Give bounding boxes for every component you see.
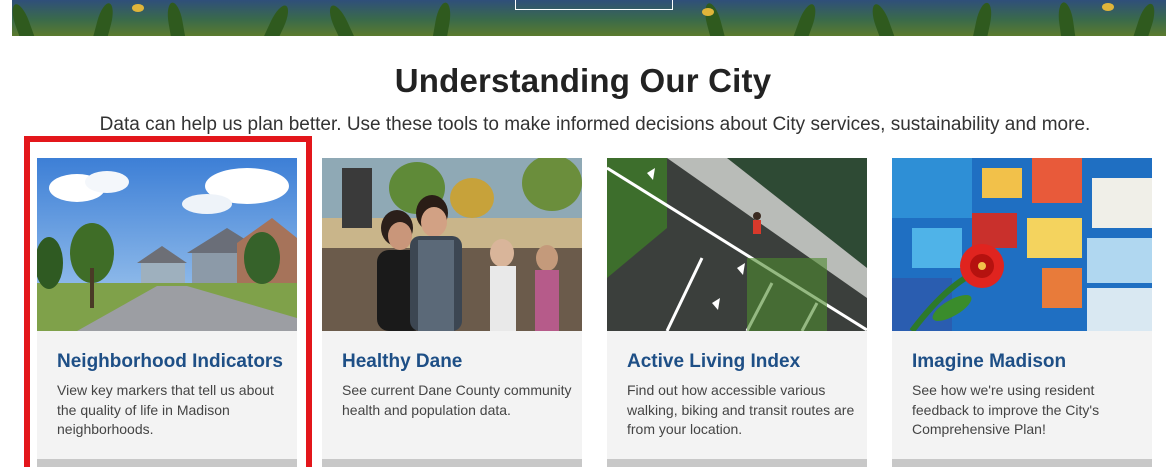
leaf-shape: [1056, 1, 1076, 36]
couple-at-event-image[interactable]: [322, 158, 582, 331]
leaf-shape: [701, 1, 726, 36]
card-title[interactable]: Active Living Index: [627, 351, 800, 373]
hero-banner: [12, 0, 1166, 36]
flower-shape: [1102, 3, 1114, 11]
leaf-shape: [792, 2, 820, 36]
card-footer-bar: [37, 459, 297, 467]
card-neighborhood-indicators[interactable]: Neighborhood Indicators View key markers…: [37, 158, 297, 467]
hero-button-outline[interactable]: [515, 0, 673, 10]
aerial-runner-image[interactable]: [607, 158, 867, 331]
card-title[interactable]: Imagine Madison: [912, 351, 1066, 373]
leaf-shape: [325, 2, 356, 36]
card-imagine-madison[interactable]: Imagine Madison See how we're using resi…: [892, 158, 1152, 467]
card-footer-bar: [322, 459, 582, 467]
card-title[interactable]: Neighborhood Indicators: [57, 351, 283, 373]
card-healthy-dane[interactable]: Healthy Dane See current Dane County com…: [322, 158, 582, 467]
leaf-shape: [92, 1, 117, 36]
leaf-shape: [432, 1, 453, 36]
leaf-shape: [868, 2, 896, 36]
card-description: See how we're using resident feedback to…: [912, 382, 1100, 437]
section-subtitle: Data can help us plan better. Use these …: [99, 114, 1091, 135]
card-description: Find out how accessible various walking,…: [627, 382, 855, 437]
suburban-street-image[interactable]: [37, 158, 297, 331]
leaf-shape: [165, 1, 186, 36]
leaf-shape: [262, 2, 293, 36]
leaf-shape: [972, 1, 995, 36]
card-title[interactable]: Healthy Dane: [342, 351, 462, 373]
flower-shape: [702, 8, 714, 16]
card-footer-bar: [607, 459, 867, 467]
card-footer-bar: [892, 459, 1152, 467]
mosaic-flower-image[interactable]: [892, 158, 1152, 331]
section-title: Understanding Our City: [394, 62, 772, 99]
leaf-shape: [1132, 1, 1159, 36]
card-description: See current Dane County community health…: [342, 382, 572, 418]
leaf-shape: [12, 2, 36, 36]
card-description: View key markers that tell us about the …: [57, 382, 274, 437]
flower-shape: [132, 4, 144, 12]
card-active-living-index[interactable]: Active Living Index Find out how accessi…: [607, 158, 867, 467]
